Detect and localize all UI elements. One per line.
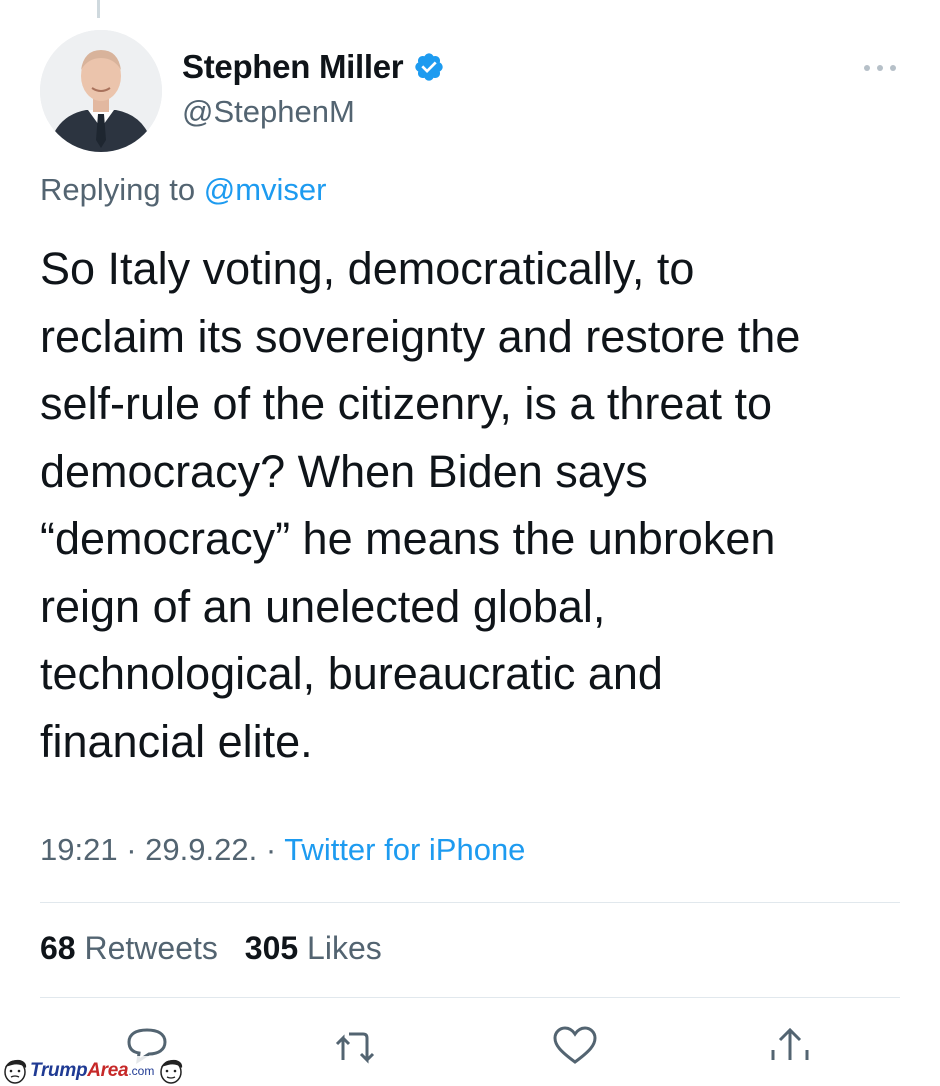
reply-mention-link[interactable]: @mviser: [204, 172, 327, 207]
tweet-text: So Italy voting, democratically, to recl…: [40, 243, 801, 767]
meta-separator: ·: [265, 832, 285, 867]
divider: [40, 902, 900, 903]
retweet-icon[interactable]: [333, 1024, 383, 1074]
like-icon[interactable]: [550, 1024, 600, 1074]
avatar[interactable]: [40, 30, 162, 152]
watermark-brand-a: Trump: [30, 1060, 88, 1081]
share-icon[interactable]: [765, 1024, 815, 1074]
divider: [40, 997, 900, 998]
tweet-meta: 19:21 · 29.9.22. · Twitter for iPhone: [40, 832, 525, 868]
avatar-photo: [40, 30, 162, 152]
meta-separator: ·: [126, 832, 146, 867]
author-name[interactable]: Stephen Miller: [182, 48, 404, 86]
author-handle[interactable]: @StephenM: [182, 94, 355, 130]
retweets-label: Retweets: [84, 930, 218, 966]
watermark-face-icon: [4, 1059, 27, 1084]
retweets-count: 68: [40, 930, 76, 966]
more-options-icon[interactable]: [860, 58, 900, 78]
watermark-suffix: .com: [128, 1064, 155, 1078]
watermark-face-icon: [160, 1059, 183, 1084]
tweet-date[interactable]: 29.9.22.: [145, 832, 257, 867]
tweet-source-link[interactable]: Twitter for iPhone: [284, 832, 525, 867]
likes-count: 305: [244, 930, 299, 966]
watermark-brand: TrumpArea: [30, 1060, 129, 1082]
thread-connector-line: [97, 0, 100, 18]
tweet-time[interactable]: 19:21: [40, 832, 118, 867]
watermark: TrumpArea .com: [0, 1056, 191, 1086]
likes-stat[interactable]: 305 Likes: [245, 930, 382, 966]
replying-to-line: Replying to @mviser: [40, 172, 326, 208]
author-name-row[interactable]: Stephen Miller: [182, 48, 445, 86]
replying-to-label: Replying to: [40, 172, 196, 207]
tweet-stats: 68 Retweets 305 Likes: [40, 930, 382, 967]
likes-label: Likes: [307, 930, 382, 966]
retweets-stat[interactable]: 68 Retweets: [40, 930, 218, 966]
watermark-brand-b: Area: [87, 1060, 129, 1081]
verified-badge-icon: [415, 53, 444, 81]
